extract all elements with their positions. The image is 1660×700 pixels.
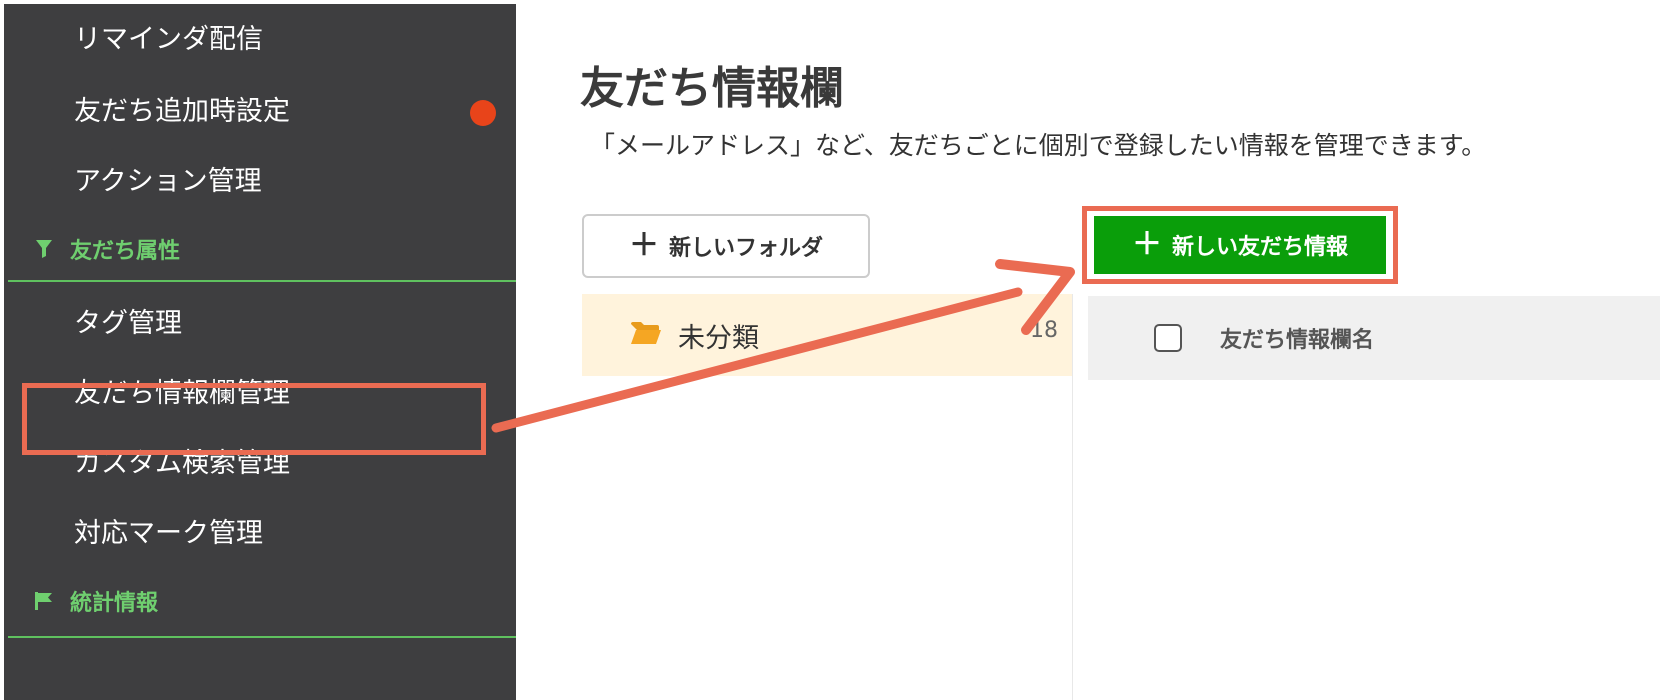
highlight-box-sidebar bbox=[22, 383, 486, 455]
select-all-checkbox[interactable] bbox=[1154, 324, 1182, 352]
sidebar-item-label: アクション管理 bbox=[74, 166, 262, 197]
sidebar-item-friend-add-settings[interactable]: 友だち追加時設定 bbox=[74, 92, 290, 132]
sidebar-item-label: タグ管理 bbox=[74, 308, 182, 339]
filter-icon bbox=[32, 234, 56, 270]
section-divider bbox=[8, 636, 516, 638]
sidebar: リマインダ配信 友だち追加時設定 アクション管理 友だち属性 タグ管理 友だち情… bbox=[4, 4, 516, 700]
notification-badge bbox=[470, 100, 496, 126]
sidebar-item-mark-management[interactable]: 対応マーク管理 bbox=[74, 514, 263, 554]
sidebar-item-reminder[interactable]: リマインダ配信 bbox=[74, 20, 263, 60]
section-statistics[interactable]: 統計情報 bbox=[32, 586, 158, 622]
folder-open-icon bbox=[630, 320, 662, 346]
sidebar-item-label: 友だち追加時設定 bbox=[74, 96, 290, 127]
section-friend-attributes[interactable]: 友だち属性 bbox=[32, 234, 180, 270]
new-folder-button[interactable]: ＋ 新しいフォルダ bbox=[582, 214, 870, 278]
section-divider bbox=[8, 280, 516, 282]
plus-icon: ＋ bbox=[628, 228, 659, 263]
sidebar-item-label: 対応マーク管理 bbox=[74, 518, 263, 549]
folder-name: 未分類 bbox=[678, 323, 759, 354]
new-friend-info-button[interactable]: ＋ 新しい友だち情報 bbox=[1094, 216, 1386, 274]
section-label: 統計情報 bbox=[70, 591, 159, 616]
folder-count: 18 bbox=[1030, 318, 1058, 343]
page-title: 友だち情報欄 bbox=[580, 63, 844, 114]
table-header: 友だち情報欄名 bbox=[1088, 296, 1660, 380]
sidebar-item-action-management[interactable]: アクション管理 bbox=[74, 162, 262, 202]
sidebar-item-label: リマインダ配信 bbox=[74, 24, 263, 55]
folder-item-uncategorized[interactable]: 未分類 18 bbox=[582, 294, 1072, 376]
section-label: 友だち属性 bbox=[70, 239, 181, 264]
page-description: 「メールアドレス」など、友だちごとに個別で登録したい情報を管理できます。 bbox=[590, 131, 1487, 160]
new-friend-info-label: 新しい友だち情報 bbox=[1171, 235, 1348, 260]
flag-icon bbox=[32, 586, 56, 622]
column-header-friend-info-name: 友だち情報欄名 bbox=[1220, 328, 1375, 353]
plus-icon: ＋ bbox=[1131, 227, 1162, 262]
new-folder-label: 新しいフォルダ bbox=[668, 236, 823, 261]
sidebar-item-tag-management[interactable]: タグ管理 bbox=[74, 304, 182, 344]
